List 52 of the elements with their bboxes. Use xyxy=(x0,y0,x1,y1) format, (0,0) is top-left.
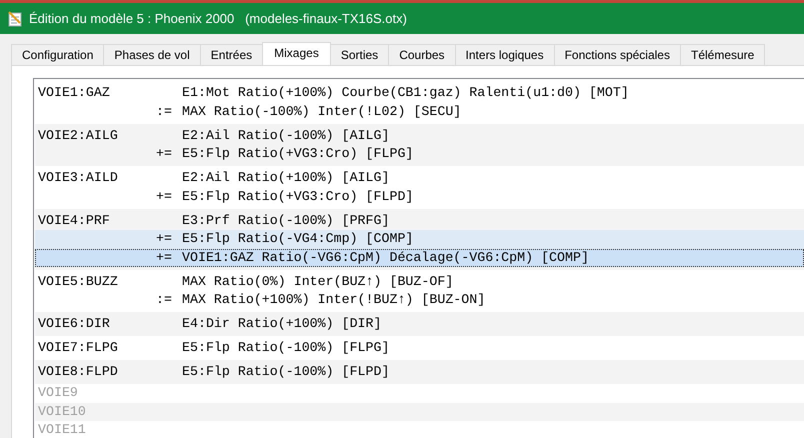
mix-formula: E1:Mot Ratio(+100%) Courbe(CB1:gaz) Ralenti(u1:d0) [MOT] xyxy=(182,84,629,102)
channel-row[interactable]: VOIE2:AILG E2:Ail Ratio(-100%) [AILG] += E5:Flp Ratio(+VG3:Cro) [FLPG] xyxy=(35,124,804,166)
mix-formula: E2:Ail Ratio(-100%) [AILG] xyxy=(182,126,390,144)
mix-formula: E5:Flp Ratio(+VG3:Cro) [FLPD] xyxy=(182,188,414,206)
mix-formula: E4:Dir Ratio(+100%) [DIR] xyxy=(182,315,382,333)
mix-formula: MAX Ratio(0%) Inter(BUZ↑) [BUZ-OF] xyxy=(182,272,454,290)
mix-formula: E5:Flp Ratio(+VG3:Cro) [FLPG] xyxy=(182,145,414,163)
channel-row[interactable]: VOIE8:FLPD E5:Flp Ratio(-100%) [FLPD] xyxy=(35,360,804,384)
channel-name: VOIE10 xyxy=(37,402,87,420)
mix-line[interactable]: E2:Ail Ratio(-100%) [AILG] xyxy=(156,126,804,145)
mix-line[interactable]: E2:Ail Ratio(+100%) [AILG] xyxy=(156,169,804,188)
mix-line[interactable]: E3:Prf Ratio(-100%) [PRFG] xyxy=(156,212,804,230)
mix-line[interactable]: += E5:Flp Ratio(+VG3:Cro) [FLPG] xyxy=(35,145,804,164)
channel-name: VOIE11 xyxy=(37,421,87,438)
channel-name: VOIE9 xyxy=(37,384,79,402)
mix-line[interactable]: E5:Flp Ratio(-100%) [FLPD] xyxy=(156,363,804,382)
mix-line[interactable]: := MAX Ratio(-100%) Inter(!L02) [SECU] xyxy=(35,102,804,121)
channel-name: VOIE1:GAZ xyxy=(37,84,111,102)
mix-formula: MAX Ratio(-100%) Inter(!L02) [SECU] xyxy=(182,102,462,120)
channel-name: VOIE4:PRF xyxy=(37,212,111,230)
channel-row[interactable]: VOIE6:DIR E4:Dir Ratio(+100%) [DIR] xyxy=(35,312,804,336)
channel-name: VOIE6:DIR xyxy=(37,315,111,333)
mix-operator: := xyxy=(156,104,172,118)
mix-line[interactable]: E5:Flp Ratio(-100%) [FLPG] xyxy=(156,339,804,358)
mix-formula: E2:Ail Ratio(+100%) [AILG] xyxy=(182,169,390,187)
tab[interactable]: Configuration xyxy=(11,44,104,65)
mix-formula: E3:Prf Ratio(-100%) [PRFG] xyxy=(182,212,390,230)
mix-line[interactable]: := MAX Ratio(+100%) Inter(!BUZ↑) [BUZ-ON] xyxy=(35,291,804,310)
mix-line[interactable]: E1:Mot Ratio(+100%) Courbe(CB1:gaz) Ralenti(u1:d0) [MOT] xyxy=(156,84,804,102)
mix-formula: E5:Flp Ratio(-100%) [FLPG] xyxy=(182,339,390,357)
mix-operator: += xyxy=(156,146,172,161)
channel-name: VOIE2:AILG xyxy=(37,126,119,144)
channel-name: VOIE8:FLPD xyxy=(37,363,119,381)
channel-name: VOIE3:AILD xyxy=(37,169,119,187)
mix-formula: E5:Flp Ratio(-100%) [FLPD] xyxy=(182,363,390,381)
mix-operator: += xyxy=(156,231,172,246)
channel-name: VOIE7:FLPG xyxy=(37,339,119,357)
mix-formula: VOIE1:GAZ Ratio(-VG6:CpM) Décalage(-VG6:CpM) [COMP] xyxy=(182,248,589,266)
notepad-icon xyxy=(7,10,23,26)
mix-operator: := xyxy=(156,292,172,307)
mix-line[interactable]: += E5:Flp Ratio(+VG3:Cro) [FLPD] xyxy=(35,188,804,206)
mix-formula: E5:Flp Ratio(-VG4:Cmp) [COMP] xyxy=(182,230,414,248)
window-title: Édition du modèle 5 : Phoenix 2000 (modeles-finaux-TX16S.otx) xyxy=(29,11,407,26)
mix-line[interactable]: E4:Dir Ratio(+100%) [DIR] xyxy=(156,315,804,334)
tab[interactable]: Télémesure xyxy=(680,44,766,65)
tab[interactable]: Mixages xyxy=(262,42,331,65)
mix-operator: += xyxy=(156,250,172,264)
channel-name: VOIE5:BUZZ xyxy=(37,272,119,290)
mix-line[interactable]: MAX Ratio(0%) Inter(BUZ↑) [BUZ-OF] xyxy=(156,272,804,291)
mix-formula: MAX Ratio(+100%) Inter(!BUZ↑) [BUZ-ON] xyxy=(182,291,486,309)
channel-row[interactable]: VOIE4:PRF E3:Prf Ratio(-100%) [PRFG] += E5:Flp Ratio(-VG4:Cmp) [COMP] += VOIE1:GAZ Ratio(-VG6:CpM) Décalage(-VG6:CpM) [COMP] xyxy=(35,208,804,270)
mix-operator: += xyxy=(156,188,172,204)
